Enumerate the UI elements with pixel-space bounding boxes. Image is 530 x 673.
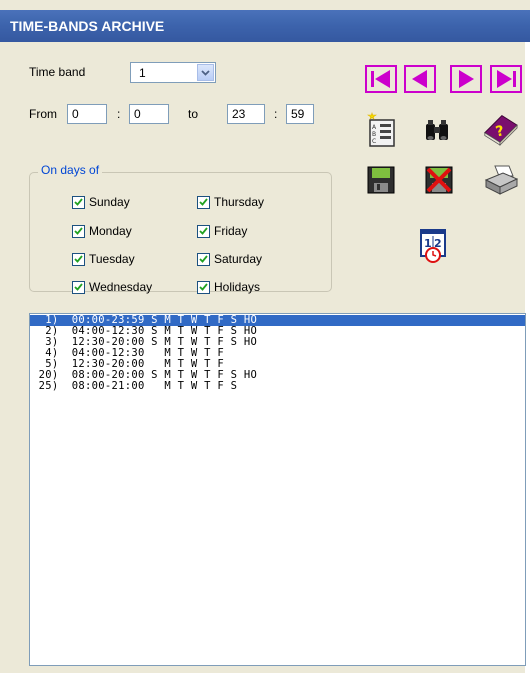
find-button[interactable] <box>418 112 456 148</box>
tuesday-checkbox[interactable]: Tuesday <box>72 252 135 266</box>
new-record-button[interactable]: A B C <box>362 112 400 148</box>
thursday-checkbox[interactable]: Thursday <box>197 195 264 209</box>
previous-record-icon <box>404 65 436 93</box>
tuesday-label: Tuesday <box>89 252 135 266</box>
last-record-icon <box>490 65 522 93</box>
from-minute-field[interactable]: 0 <box>129 104 169 124</box>
time-band-select[interactable]: 1 <box>130 62 216 83</box>
time-band-value: 1 <box>139 66 146 80</box>
thursday-label: Thursday <box>214 195 265 209</box>
list-item[interactable]: 25) 08:00-21:00 M T W T F S <box>30 381 525 392</box>
window-title: TIME-BANDS ARCHIVE <box>10 18 165 34</box>
wednesday-checkbox[interactable]: Wednesday <box>72 280 152 294</box>
previous-record-button[interactable] <box>401 61 439 97</box>
friday-label: Friday <box>214 224 248 238</box>
delete-button[interactable] <box>420 162 458 198</box>
wednesday-label: Wednesday <box>89 280 153 294</box>
delete-icon <box>425 166 453 194</box>
printer-icon <box>484 165 519 195</box>
check-icon <box>72 280 85 294</box>
save-icon <box>367 166 395 194</box>
saturday-label: Saturday <box>214 252 263 266</box>
sunday-label: Sunday <box>89 195 130 209</box>
last-record-button[interactable] <box>487 61 525 97</box>
monday-checkbox[interactable]: Monday <box>72 224 132 238</box>
next-record-icon <box>450 65 482 93</box>
time-band-label: Time band <box>29 65 86 79</box>
time-bands-window: TIME-BANDS ARCHIVE Time band 1 From 0 : … <box>0 0 530 673</box>
colon-separator: : <box>274 107 278 121</box>
days-legend: On days of <box>38 163 103 177</box>
chevron-down-icon[interactable] <box>197 64 214 81</box>
first-record-icon <box>365 65 397 93</box>
check-icon <box>197 195 210 209</box>
help-book-icon: ? <box>484 115 518 147</box>
saturday-checkbox[interactable]: Saturday <box>197 252 262 266</box>
holidays-checkbox[interactable]: Holidays <box>197 280 260 294</box>
holidays-label: Holidays <box>214 280 261 294</box>
to-hour-field[interactable]: 23 <box>227 104 265 124</box>
svg-text:B: B <box>372 131 376 138</box>
monday-label: Monday <box>89 224 132 238</box>
time-bands-list[interactable]: 1) 00:00-23:59 S M T W T F S HO 2) 04:00… <box>29 313 526 666</box>
to-label: to <box>188 107 199 121</box>
from-hour-field[interactable]: 0 <box>67 104 107 124</box>
print-button[interactable] <box>482 162 520 198</box>
first-record-button[interactable] <box>362 61 400 97</box>
from-label: From <box>29 107 57 121</box>
binoculars-icon <box>426 120 448 140</box>
to-minute-field[interactable]: 59 <box>286 104 314 124</box>
check-icon <box>197 224 210 238</box>
check-icon <box>197 280 210 294</box>
sunday-checkbox[interactable]: Sunday <box>72 195 130 209</box>
check-icon <box>72 224 85 238</box>
save-button[interactable] <box>362 162 400 198</box>
calendar-clock-button[interactable]: 1 2 <box>414 228 452 264</box>
check-icon <box>72 252 85 266</box>
next-record-button[interactable] <box>447 61 485 97</box>
new-record-icon: A B C <box>367 112 395 147</box>
calendar-clock-icon: 1 2 <box>420 229 446 263</box>
check-icon <box>72 195 85 209</box>
title-bar: TIME-BANDS ARCHIVE <box>0 10 530 42</box>
friday-checkbox[interactable]: Friday <box>197 224 247 238</box>
check-icon <box>197 252 210 266</box>
svg-text:C: C <box>372 138 376 145</box>
help-button[interactable]: ? <box>481 110 519 147</box>
colon-separator: : <box>117 107 121 121</box>
